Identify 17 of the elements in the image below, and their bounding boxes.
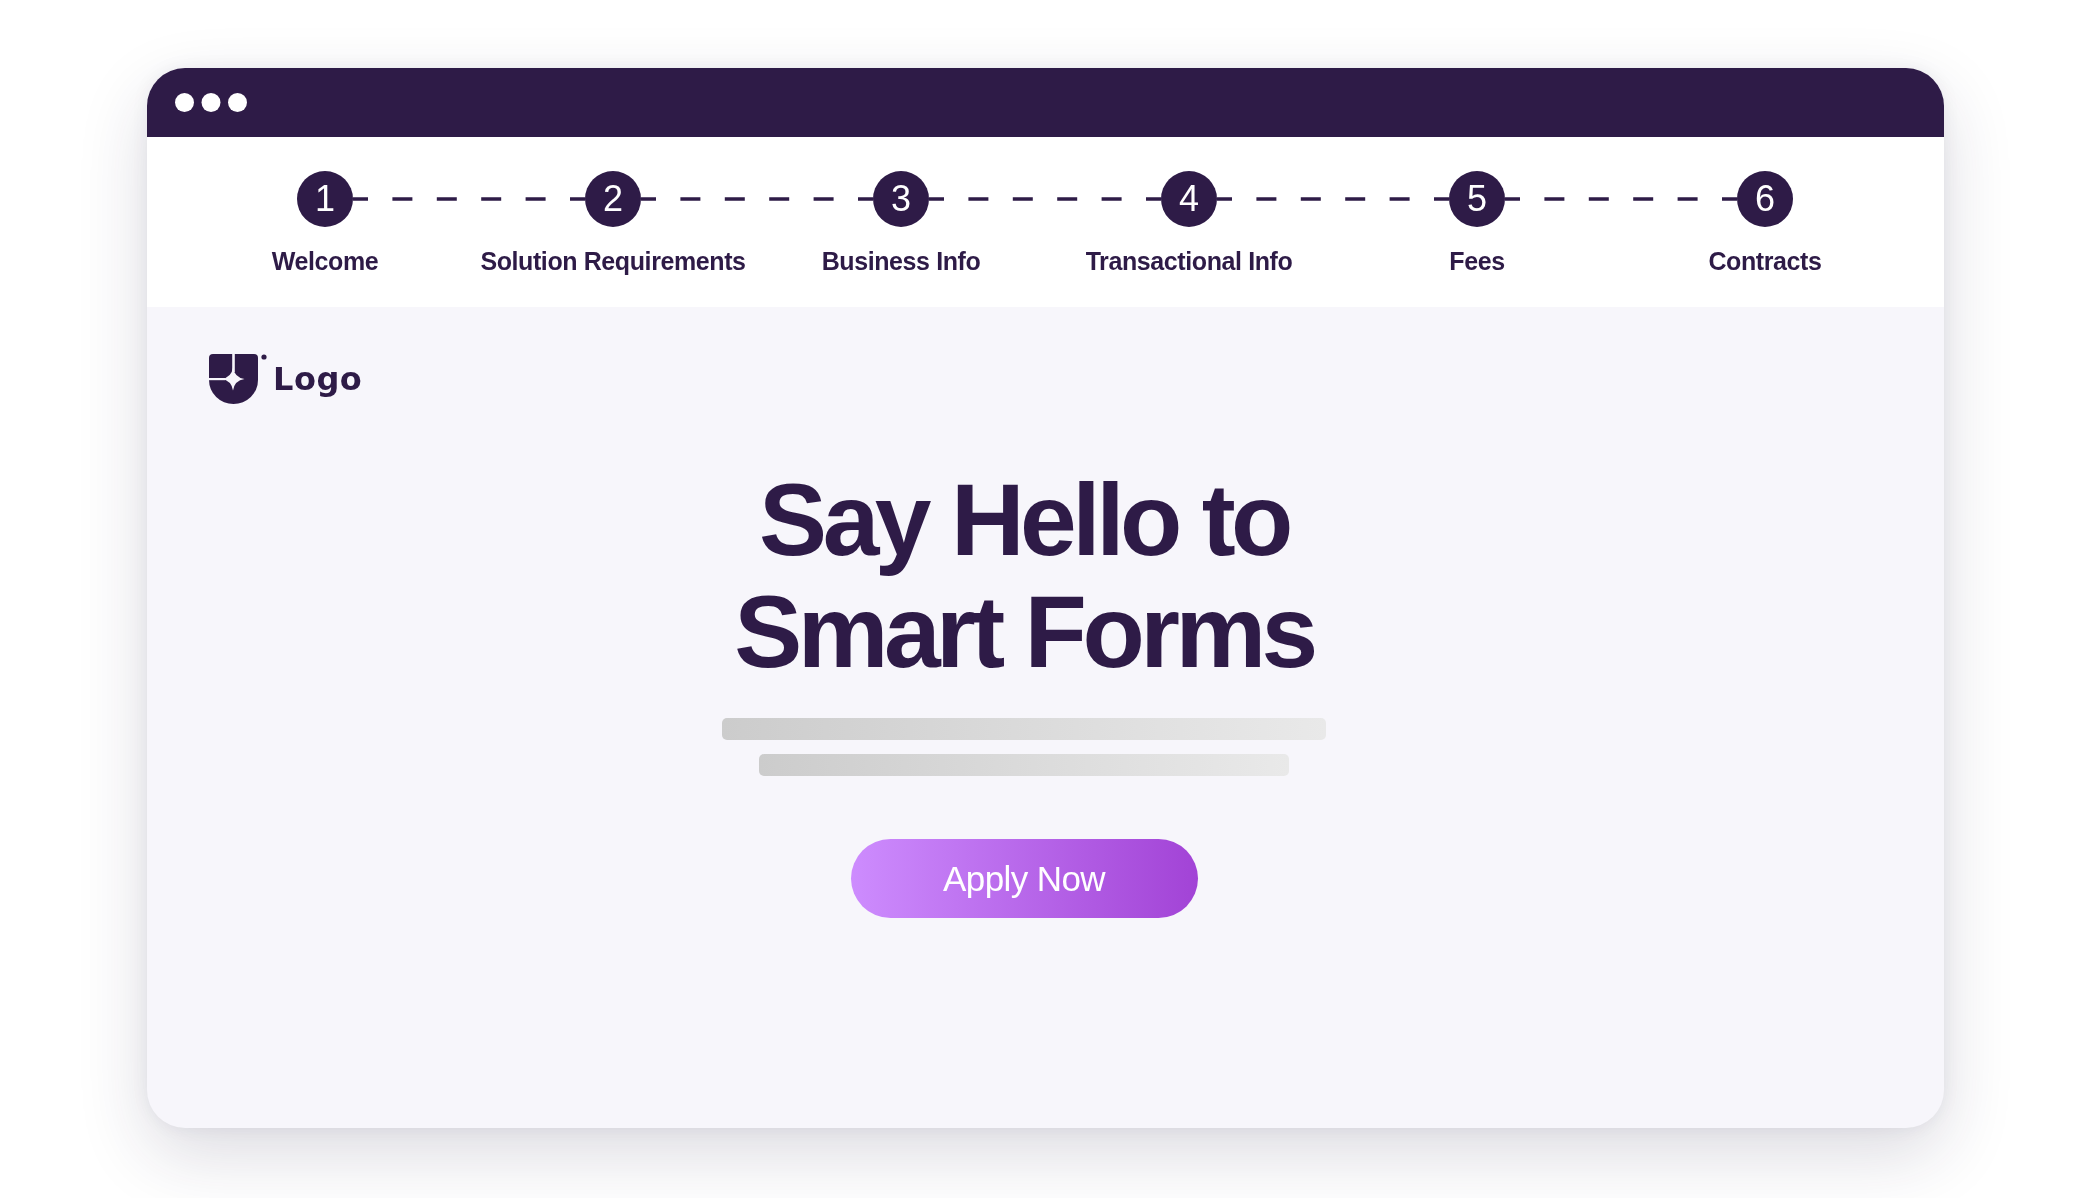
- step-label: Welcome: [271, 247, 379, 275]
- step-number: 5: [1449, 171, 1505, 227]
- shield-star-icon: [209, 354, 267, 404]
- step-number: 4: [1161, 171, 1217, 227]
- step-label: Fees: [1449, 247, 1505, 275]
- step-number: 6: [1737, 171, 1793, 227]
- step-label: Solution Requirements: [480, 247, 746, 275]
- step-number: 1: [297, 171, 353, 227]
- step-label: Business Info: [821, 247, 981, 275]
- step-number: 2: [585, 171, 641, 227]
- logo-text: Logo: [273, 361, 363, 397]
- step-label: Contracts: [1708, 247, 1822, 275]
- step-label: Transactional Info: [1085, 247, 1293, 275]
- apply-now-button[interactable]: Apply Now: [850, 839, 1198, 918]
- headline: Say Hello to Smart Forms: [733, 464, 1315, 688]
- step-number: 3: [873, 171, 929, 227]
- window-dots-icon: [175, 93, 247, 112]
